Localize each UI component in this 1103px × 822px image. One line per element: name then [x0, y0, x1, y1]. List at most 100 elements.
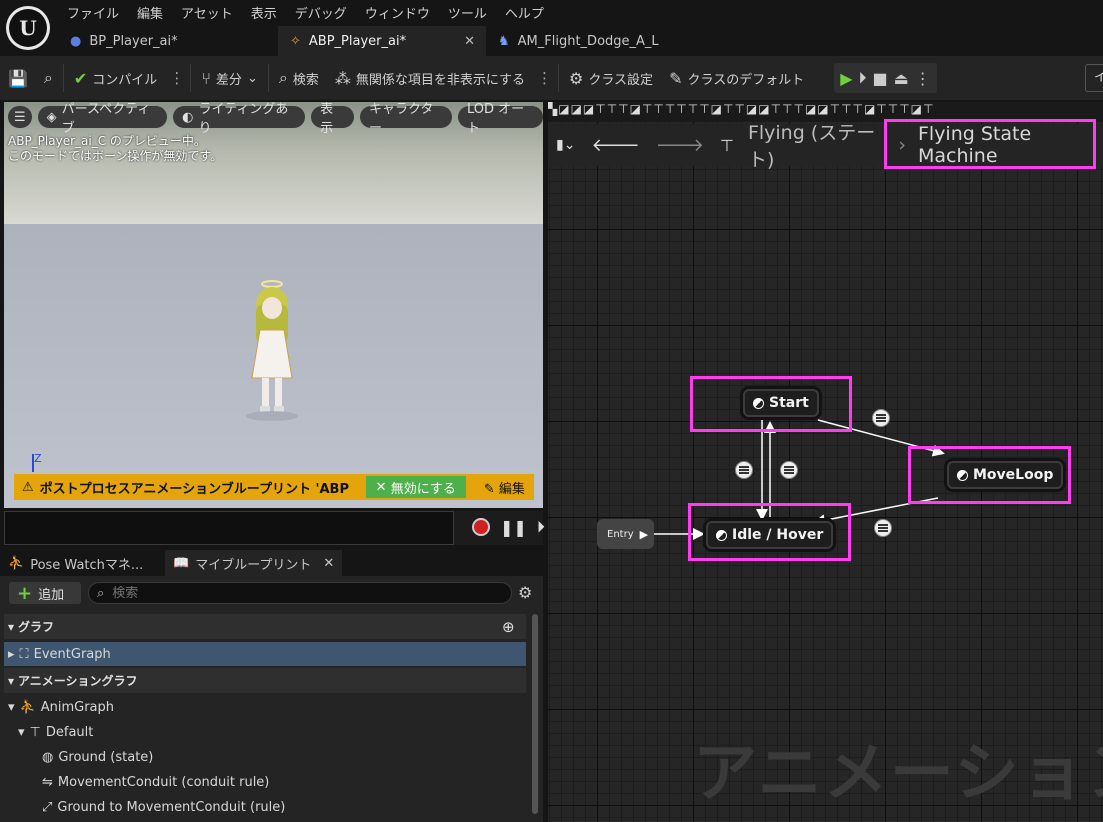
anim-graph-label: AnimGraph — [40, 699, 115, 715]
timeline-scrubber[interactable] — [4, 511, 454, 545]
show-button[interactable]: 表示 — [311, 102, 354, 136]
step-icon[interactable]: ⏵ — [859, 68, 867, 88]
scrollbar[interactable] — [532, 614, 538, 814]
compile-options-icon[interactable]: ⋮ — [165, 69, 188, 87]
search-icon: ⌕ — [97, 585, 105, 601]
lod-label: LOD オート — [466, 102, 525, 136]
eject-icon[interactable]: ⏏ — [894, 69, 909, 88]
menu-tools[interactable]: ツール — [439, 0, 496, 24]
tab-label: BP_Player_ai* — [89, 33, 178, 49]
tab-my-blueprint[interactable]: 📖 マイブループリント ✕ — [165, 550, 343, 576]
tab-bp-player[interactable]: ● BP_Player_ai* — [58, 26, 278, 56]
state-icon — [753, 397, 764, 409]
menu-help[interactable]: ヘルプ — [496, 0, 553, 24]
tree-item-movement-conduit[interactable]: ⇋ MovementConduit (conduit rule) — [42, 770, 269, 794]
section-anim-graph[interactable]: ▾ アニメーショングラフ — [4, 668, 526, 693]
transition-rule-icon[interactable] — [874, 519, 892, 537]
person-icon: ● — [70, 33, 82, 49]
my-blueprint-panel: + 追加 ⌕ ⚙ ▾ グラフ ⊕ ▸ ⛶ EventGraph ▾ アニメーショ… — [0, 576, 543, 822]
chevron-down-icon: ⌄ — [246, 70, 258, 86]
diff-icon: ⑂ — [201, 68, 211, 88]
close-icon[interactable]: ✕ — [464, 34, 475, 49]
viewport-menu-button[interactable]: ☰ — [8, 106, 32, 128]
save-button[interactable]: 💾 — [0, 56, 36, 100]
search-button[interactable]: ⌕ 検索 — [271, 56, 327, 100]
debug-filter-label: イ — [1094, 70, 1103, 85]
tab-am-flight[interactable]: ♞ AM_Flight_Dodge_A_L — [486, 26, 671, 56]
exec-pin-icon[interactable]: ▶ — [640, 528, 648, 541]
plus-icon: + — [17, 582, 33, 604]
record-icon[interactable] — [472, 518, 490, 536]
unreal-logo[interactable]: U — [6, 6, 50, 50]
menu-debug[interactable]: デバッグ — [286, 0, 356, 24]
class-settings-button[interactable]: ⚙ クラス設定 — [561, 56, 661, 100]
character-button[interactable]: キャラクター — [359, 102, 452, 136]
perspective-button[interactable]: ◈ パースペクティブ — [37, 102, 168, 136]
section-graph-label: グラフ — [18, 620, 55, 634]
transition-rule-icon[interactable] — [780, 461, 798, 479]
graph-watermark: アニメーション — [693, 737, 1103, 811]
diff-label: 差分 — [215, 72, 242, 88]
transition-rule-icon[interactable] — [735, 461, 753, 479]
class-defaults-button[interactable]: ✎ クラスのデフォルト — [661, 56, 812, 100]
chevron-down-icon: ▾ — [8, 673, 15, 688]
tree-item-animgraph[interactable]: ▾ ⛹ AnimGraph — [8, 695, 114, 719]
tab-label: Pose Watchマネ... — [30, 557, 144, 573]
step-forward-icon[interactable]: ⏵ — [537, 517, 545, 537]
add-circle-icon[interactable]: ⊕ — [502, 618, 515, 636]
compile-button[interactable]: ✔ コンパイル — [66, 56, 165, 100]
tab-label: AM_Flight_Dodge_A_L — [517, 33, 659, 49]
search-input[interactable] — [112, 585, 493, 601]
state-node-idle-hover[interactable]: Idle / Hover — [706, 521, 834, 549]
gear-icon[interactable]: ⚙ — [518, 583, 532, 602]
state-node-start[interactable]: Start — [743, 389, 819, 417]
movement-conduit-label: MovementConduit (conduit rule) — [57, 774, 270, 790]
stop-icon[interactable]: ■ — [873, 69, 888, 88]
search-label: 検索 — [292, 72, 319, 88]
disable-button[interactable]: ✕ 無効にする — [365, 476, 466, 498]
tab-pose-watch[interactable]: ⛹ Pose Watchマネ... — [0, 550, 165, 576]
lod-button[interactable]: LOD オート — [457, 102, 543, 136]
lighting-button[interactable]: ◐ ライティングあり — [173, 102, 306, 136]
node-label: Start — [769, 395, 809, 411]
preview-info-line: このモードではボーン操作が無効です。 — [8, 149, 223, 163]
cube-icon: ◈ — [46, 109, 57, 125]
state-icon — [716, 529, 727, 541]
postprocess-warning: ⚠ ポストプロセスアニメーションブループリント 'ABP ✕ 無効にする ✎ 編… — [14, 474, 534, 500]
tree-item-ground-state[interactable]: ◍ Ground (state) — [42, 745, 153, 769]
pencil-icon: ✎ — [483, 481, 499, 497]
tree-item-ground-rule[interactable]: ⤢ Ground to MovementConduit (rule) — [42, 795, 285, 819]
state-node-moveloop[interactable]: MoveLoop — [947, 461, 1064, 489]
menu-file[interactable]: ファイル — [58, 0, 128, 24]
hide-unrelated-button[interactable]: ⁂ 無関係な項目を非表示にする — [327, 56, 533, 100]
add-button[interactable]: + 追加 — [9, 582, 81, 604]
tab-abp-player[interactable]: ✧ ABP_Player_ai* ✕ — [278, 26, 486, 56]
entry-node[interactable]: Entry ▶ — [597, 519, 655, 549]
graph-editor[interactable]: ▚◪◪◪⊤⊤⊤◪⊤⊤⊤⊤⊤⊤◪⊤⊤◪◪⊤⊤⊤◪◪⊤⊤⊤◪⊤⊤⊤◪⊤ ▮⌄ 🡐 🡒… — [548, 102, 1103, 822]
search-box: ⌕ — [88, 582, 512, 604]
tree-item-eventgraph[interactable]: ▸ ⛶ EventGraph — [4, 642, 526, 666]
pause-icon[interactable]: ❚❚ — [500, 518, 527, 537]
add-label: 追加 — [38, 587, 65, 603]
preview-viewport[interactable]: ☰ ◈ パースペクティブ ◐ ライティングあり 表示 キャラクター LOD オート … — [4, 102, 543, 508]
tree-item-default[interactable]: ▾ ⊤ Default — [18, 720, 93, 744]
more-options-icon[interactable]: ⋮ — [533, 69, 556, 87]
menu-edit[interactable]: 編集 — [128, 0, 172, 24]
section-anim-graph-label: アニメーショングラフ — [18, 674, 138, 688]
play-icon[interactable]: ▶ — [840, 69, 852, 88]
close-icon[interactable]: ✕ — [323, 556, 334, 571]
running-icon: ⛹ — [19, 699, 36, 715]
character-preview — [246, 280, 298, 421]
menu-window[interactable]: ウィンドウ — [356, 0, 439, 24]
edit-button[interactable]: ✎ 編集 — [466, 478, 525, 497]
browse-button[interactable]: ⌕ — [36, 56, 61, 100]
menu-view[interactable]: 表示 — [242, 0, 286, 24]
play-options-icon[interactable]: ⋮ — [915, 69, 931, 88]
diff-button[interactable]: ⑂ 差分 ⌄ — [193, 56, 266, 100]
warning-text: ポストプロセスアニメーションブループリント 'ABP — [39, 481, 349, 497]
transition-rule-icon[interactable] — [872, 409, 890, 427]
debug-filter-dropdown[interactable]: イ — [1085, 64, 1103, 92]
section-graph[interactable]: ▾ グラフ ⊕ — [4, 614, 526, 639]
menu-asset[interactable]: アセット — [172, 0, 242, 24]
preview-info-line: ABP_Player_ai_C のプレビュー中。 — [8, 134, 206, 148]
